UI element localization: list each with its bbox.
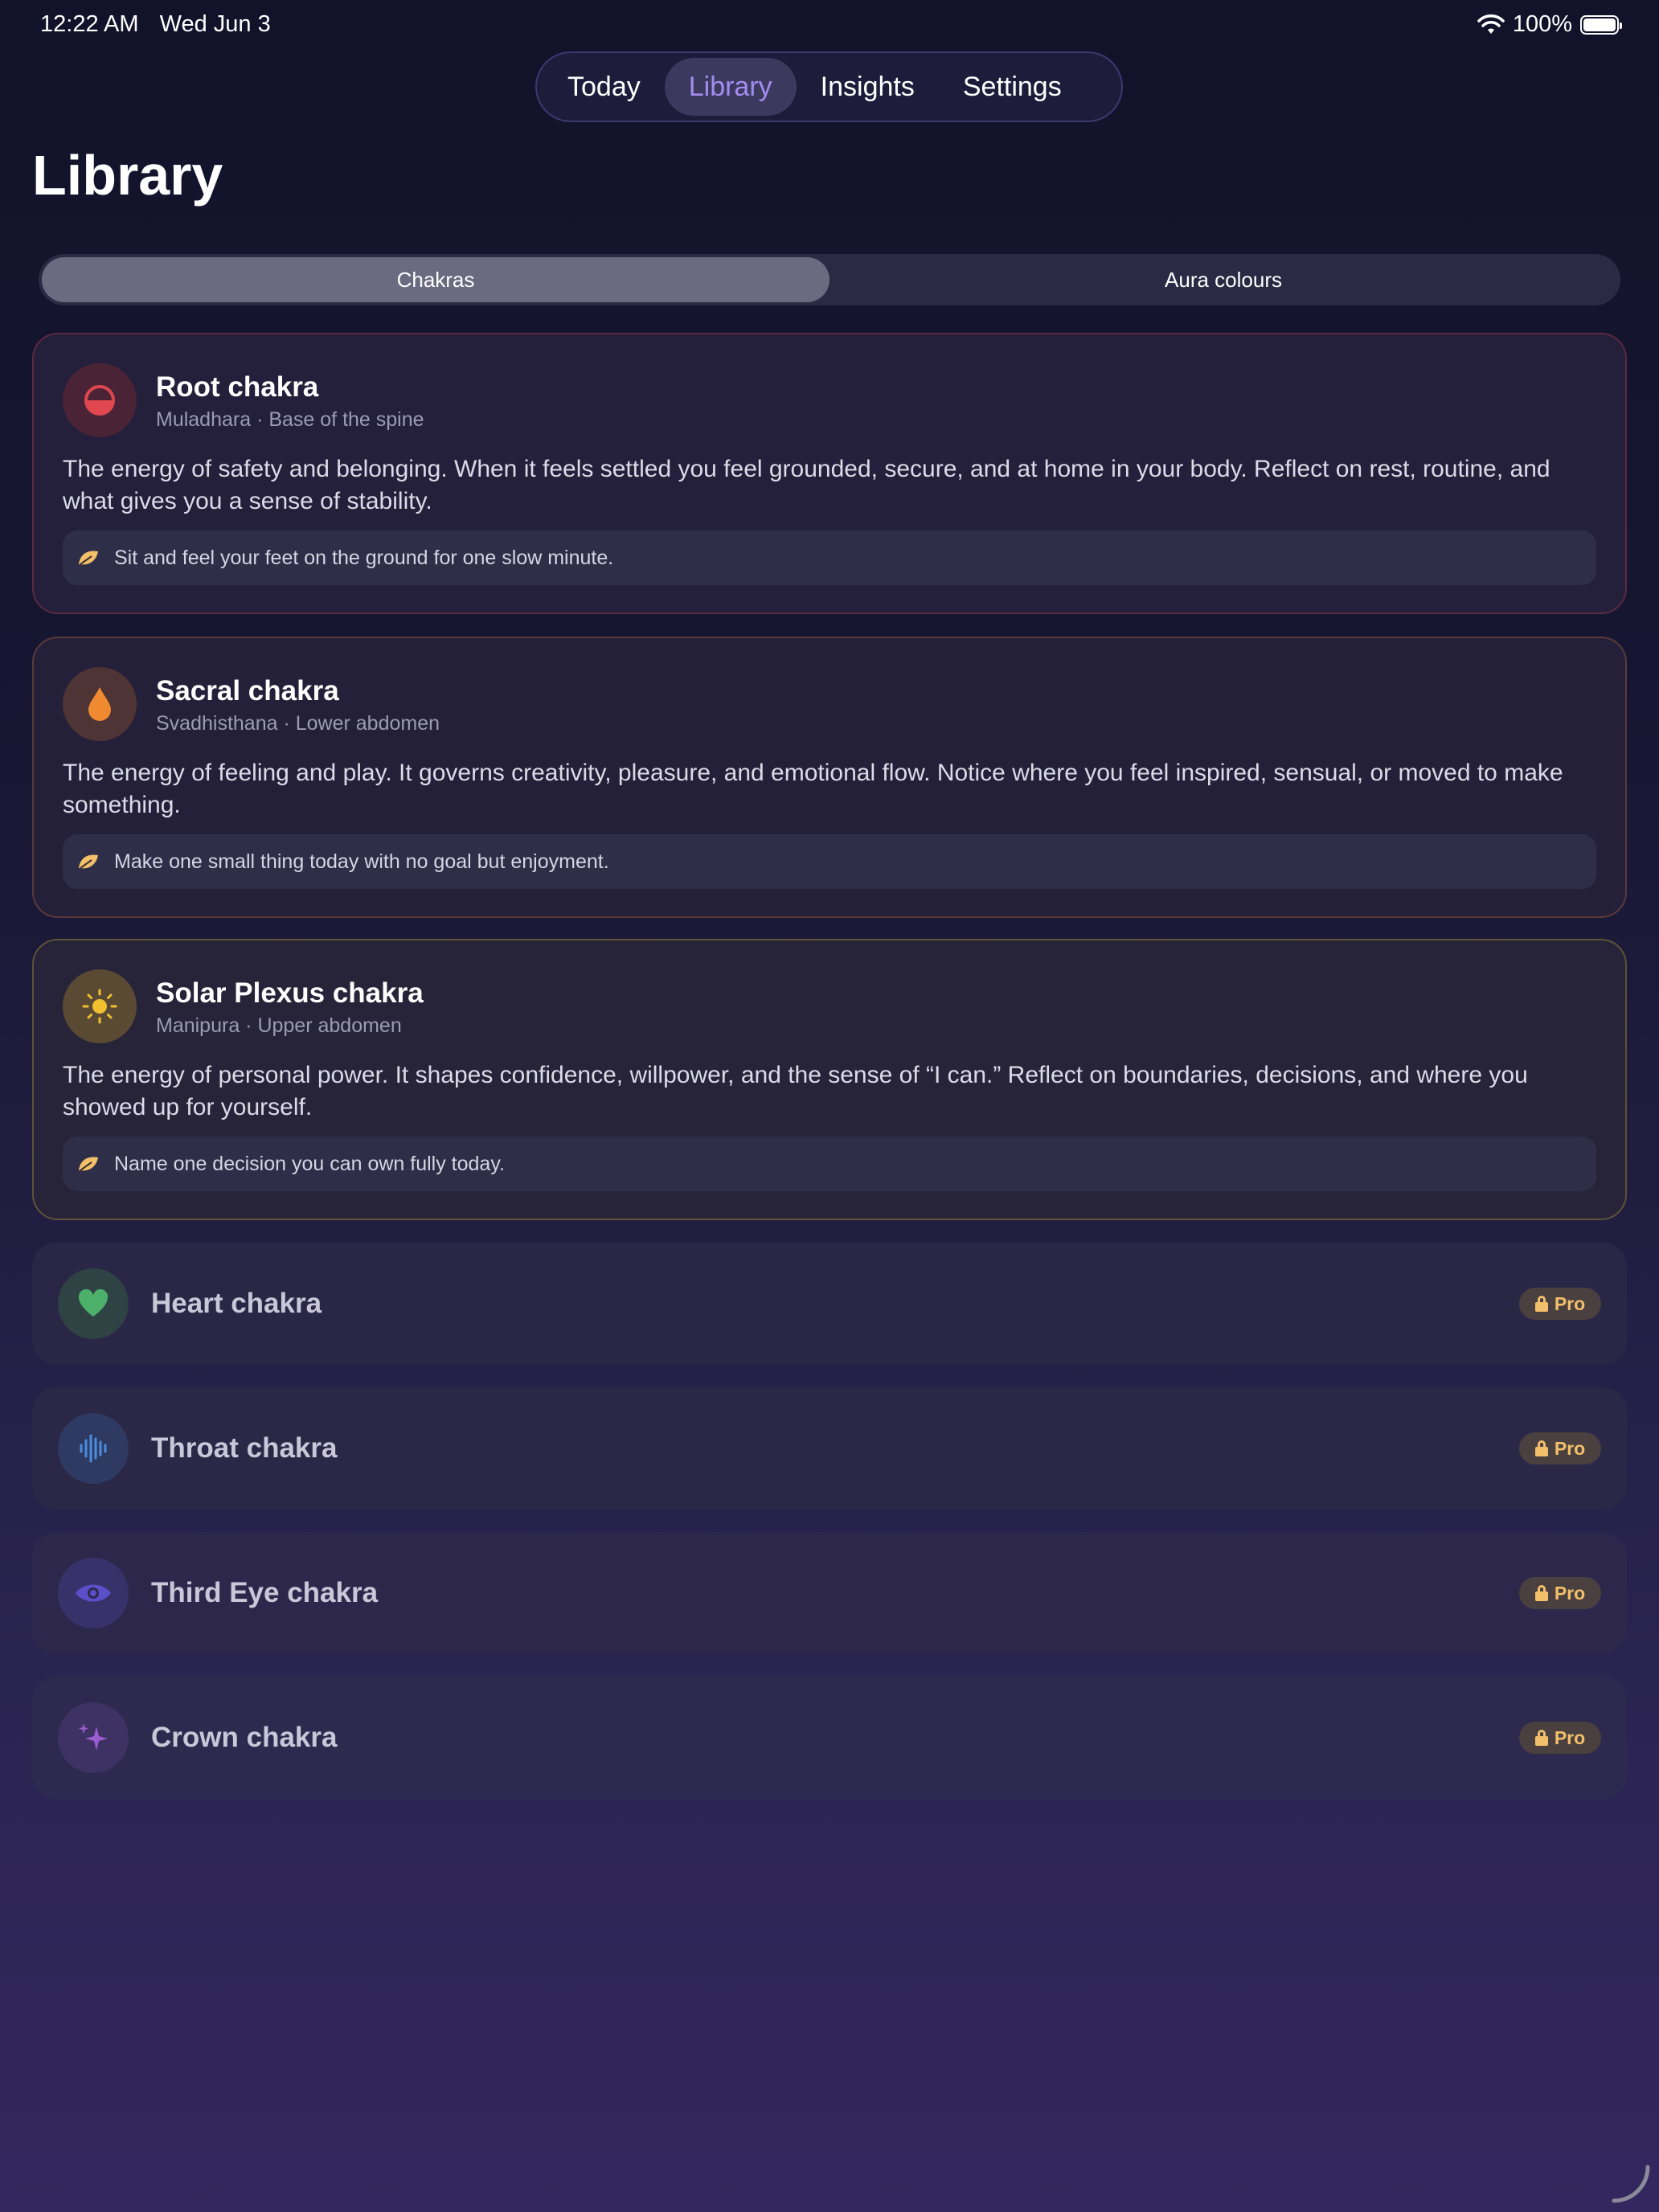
card-description: The energy of personal power. It shapes … [63, 1062, 1528, 1120]
card-description: The energy of safety and belonging. When… [63, 456, 1550, 514]
pro-label: Pro [1554, 1727, 1586, 1748]
chakra-row-crown[interactable]: Crown chakra Pro [32, 1677, 1627, 1799]
pro-badge[interactable]: Pro [1519, 1288, 1601, 1320]
battery-icon [1580, 14, 1622, 35]
card-tip: Name one decision you can own fully toda… [63, 1137, 1596, 1191]
leaf-icon [77, 850, 101, 874]
row-title: Crown chakra [151, 1722, 338, 1753]
lock-icon [1534, 1585, 1548, 1601]
tip-text: Make one small thing today with no goal … [114, 850, 609, 873]
tab-insights[interactable]: Insights [797, 58, 939, 116]
lock-icon [1534, 1440, 1548, 1456]
chakra-card-sacral[interactable]: Sacral chakra Svadhisthana · Lower abdom… [32, 637, 1627, 918]
status-bar: 12:22 AM Wed Jun 3 100% [40, 11, 1622, 40]
pro-badge[interactable]: Pro [1519, 1432, 1601, 1464]
pro-badge[interactable]: Pro [1519, 1577, 1601, 1609]
wifi-icon [1477, 14, 1505, 34]
heart-icon [78, 1289, 109, 1317]
pro-label: Pro [1554, 1292, 1586, 1314]
segment-aura-colours[interactable]: Aura colours [830, 257, 1617, 302]
heart-chakra-icon-badge [58, 1268, 129, 1339]
battery-percent: 100% [1512, 11, 1572, 37]
waveform-icon [80, 1434, 107, 1463]
card-title: Sacral chakra [156, 675, 339, 707]
leaf-icon [77, 1152, 101, 1176]
card-description: The energy of feeling and play. It gover… [63, 760, 1563, 818]
status-date: Wed Jun 3 [159, 11, 271, 37]
sacral-chakra-icon-badge [63, 667, 137, 741]
row-title: Third Eye chakra [151, 1577, 379, 1608]
lock-icon [1534, 1730, 1548, 1746]
card-tip: Sit and feel your feet on the ground for… [63, 530, 1596, 585]
pro-badge[interactable]: Pro [1519, 1722, 1601, 1754]
crown-chakra-icon-badge [58, 1702, 129, 1773]
sparkles-icon [79, 1723, 108, 1751]
segmented-control: Chakras Aura colours [39, 254, 1620, 305]
chakra-row-third-eye[interactable]: Third Eye chakra Pro [32, 1532, 1627, 1654]
card-subtitle: Svadhisthana · Lower abdomen [156, 712, 440, 735]
tab-settings[interactable]: Settings [939, 58, 1086, 116]
card-title: Solar Plexus chakra [156, 977, 424, 1009]
top-tab-bar: Today Library Insights Settings [535, 51, 1123, 122]
drop-icon [88, 687, 111, 721]
throat-chakra-icon-badge [58, 1413, 129, 1484]
tab-today[interactable]: Today [543, 58, 665, 116]
third-eye-chakra-icon-badge [58, 1558, 129, 1628]
solar-plexus-chakra-icon-badge [63, 969, 137, 1043]
page-title: Library [32, 144, 223, 207]
half-circle-icon [84, 385, 115, 416]
row-title: Heart chakra [151, 1288, 322, 1319]
row-title: Throat chakra [151, 1432, 338, 1464]
card-subtitle: Manipura · Upper abdomen [156, 1014, 402, 1037]
eye-icon [76, 1584, 111, 1602]
sun-icon [82, 989, 117, 1024]
tip-text: Name one decision you can own fully toda… [114, 1152, 505, 1175]
segment-chakras[interactable]: Chakras [42, 257, 830, 302]
chakra-row-throat[interactable]: Throat chakra Pro [32, 1387, 1627, 1509]
root-chakra-icon-badge [63, 363, 137, 437]
tip-text: Sit and feel your feet on the ground for… [114, 546, 614, 569]
lock-icon [1534, 1296, 1548, 1312]
tab-library[interactable]: Library [664, 58, 797, 116]
pro-label: Pro [1554, 1437, 1586, 1459]
card-tip: Make one small thing today with no goal … [63, 834, 1596, 889]
pro-label: Pro [1554, 1582, 1586, 1604]
status-time: 12:22 AM [40, 11, 139, 37]
leaf-icon [77, 546, 101, 570]
chakra-card-solar-plexus[interactable]: Solar Plexus chakra Manipura · Upper abd… [32, 939, 1627, 1220]
chakra-row-heart[interactable]: Heart chakra Pro [32, 1243, 1627, 1365]
chakra-card-root[interactable]: Root chakra Muladhara · Base of the spin… [32, 333, 1627, 614]
corner-resize-indicator-icon [1612, 2165, 1650, 2203]
card-subtitle: Muladhara · Base of the spine [156, 408, 424, 431]
card-title: Root chakra [156, 371, 319, 403]
